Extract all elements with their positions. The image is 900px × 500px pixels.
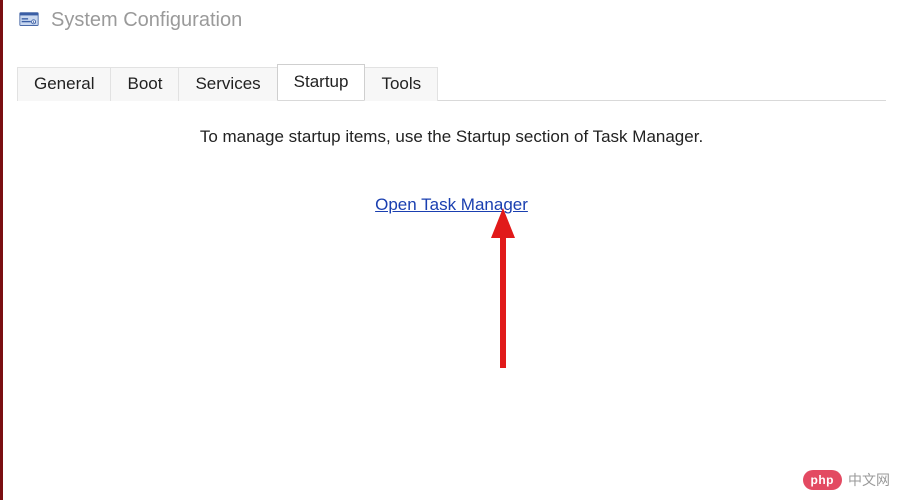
startup-panel: To manage startup items, use the Startup…	[17, 100, 886, 215]
msconfig-icon	[17, 8, 41, 32]
tabstrip: General Boot Services Startup Tools	[17, 64, 900, 100]
system-configuration-window: System Configuration General Boot Servic…	[0, 0, 900, 500]
tab-boot[interactable]: Boot	[110, 67, 179, 101]
tab-tools[interactable]: Tools	[364, 67, 438, 101]
watermark: php 中文网	[803, 470, 891, 490]
startup-message: To manage startup items, use the Startup…	[17, 127, 886, 147]
watermark-badge: php	[803, 470, 843, 490]
titlebar: System Configuration	[3, 0, 900, 42]
tab-services[interactable]: Services	[178, 67, 277, 101]
tab-general[interactable]: General	[17, 67, 111, 101]
watermark-text: 中文网	[848, 470, 890, 490]
tab-startup[interactable]: Startup	[277, 64, 366, 100]
window-title: System Configuration	[51, 9, 242, 32]
open-task-manager-link[interactable]: Open Task Manager	[375, 195, 528, 215]
annotation-arrow	[487, 208, 527, 383]
